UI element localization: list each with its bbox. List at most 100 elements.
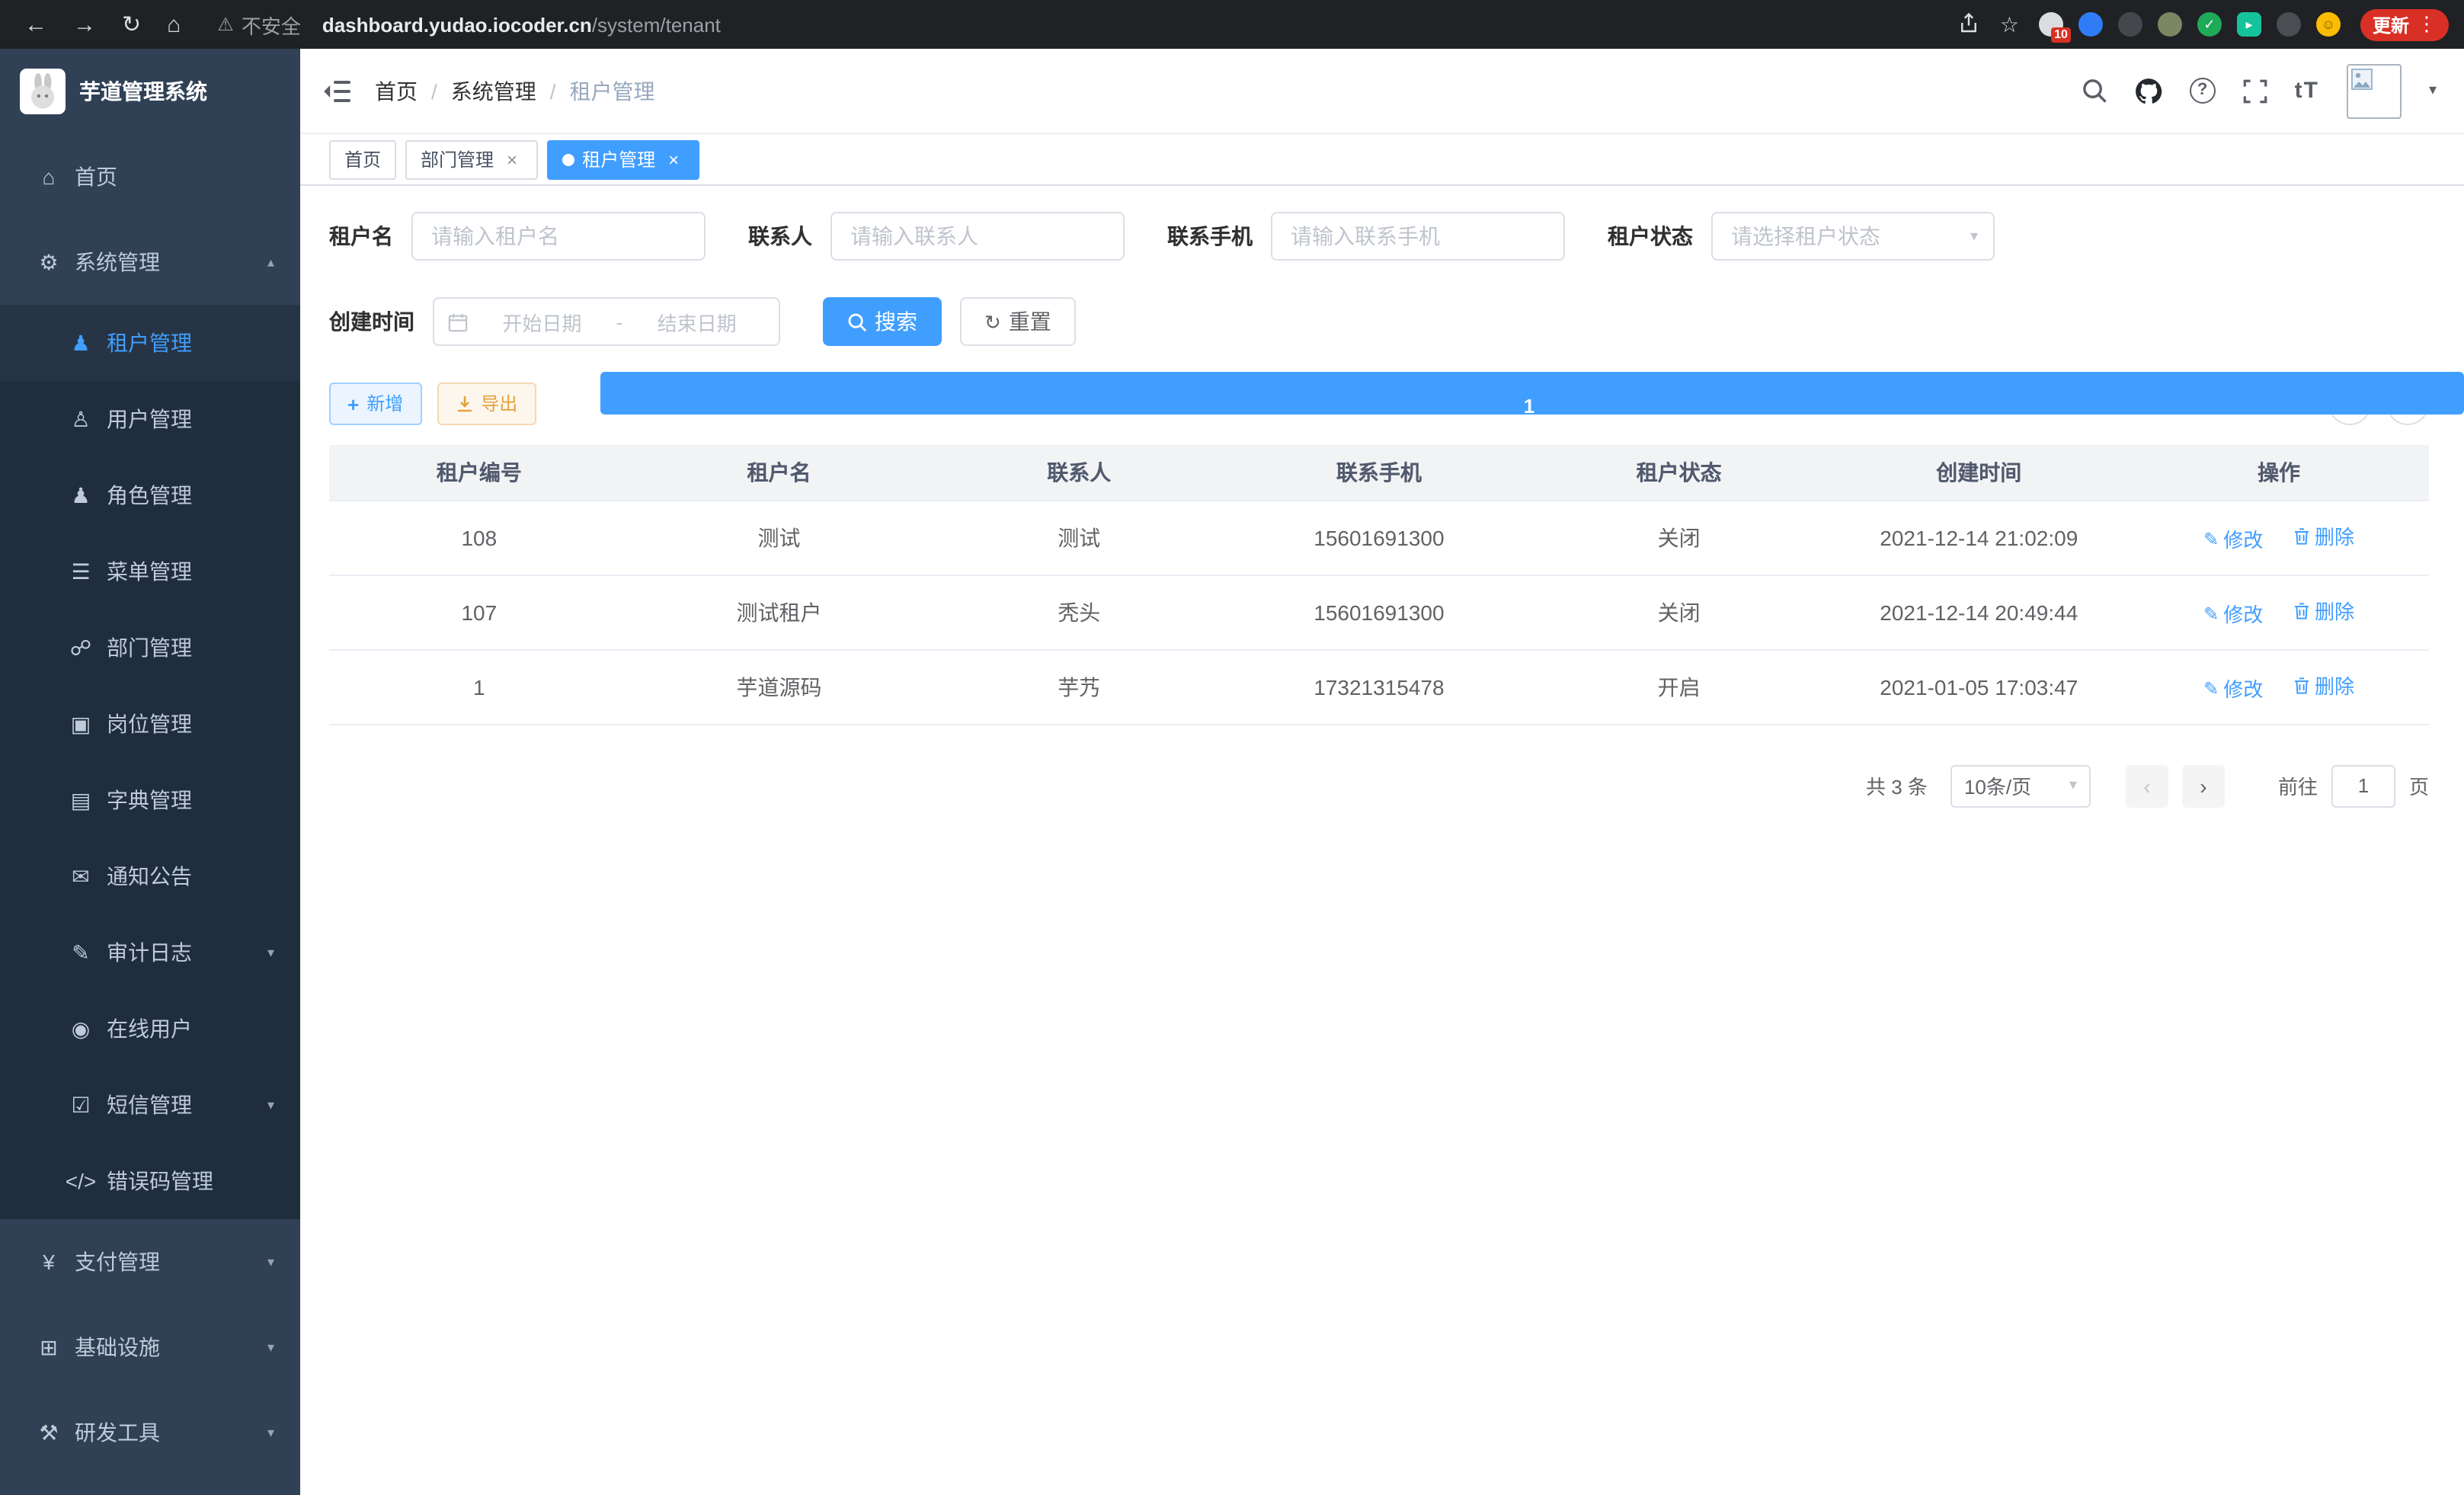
next-page-button[interactable]: ›: [2182, 764, 2225, 807]
sidebar-menu-item[interactable]: ✎ 审计日志 ▾: [0, 914, 300, 991]
extension-teal-square-icon[interactable]: ▸: [2237, 12, 2261, 37]
fullscreen-icon[interactable]: [2243, 78, 2267, 103]
view-tab[interactable]: 部门管理 ×: [405, 139, 538, 179]
menu-kebab-icon[interactable]: ⋮: [2417, 12, 2437, 37]
sidebar-menu-item[interactable]: ♟ 租户管理: [0, 305, 300, 381]
sidebar-menu-item[interactable]: ☍ 部门管理: [0, 610, 300, 686]
sidebar-fold-icon[interactable]: [323, 80, 350, 101]
sidebar-menu-item[interactable]: ▤ 字典管理: [0, 762, 300, 838]
search-button[interactable]: 搜索: [823, 297, 942, 346]
menu-item-label: 研发工具: [75, 1417, 160, 1448]
menu-item-label: 支付管理: [75, 1247, 160, 1277]
chevron-down-icon[interactable]: ▾: [2429, 82, 2437, 99]
tenant-table: 租户编号 租户名 联系人 联系手机 租户状态 创建时间 操作: [329, 445, 2429, 725]
actions-cell: ✎ 修改 删除: [2129, 500, 2429, 575]
post-icon: ▣: [64, 713, 98, 735]
extension-adblock-icon[interactable]: 10: [2039, 12, 2063, 37]
delete-button[interactable]: 删除: [2293, 671, 2354, 699]
extension-puzzle-icon[interactable]: [2277, 12, 2301, 37]
edit-button[interactable]: ✎ 修改: [2203, 524, 2263, 553]
sidebar-menu-item[interactable]: ✉ 通知公告: [0, 838, 300, 914]
page-number-button[interactable]: 1: [600, 372, 2464, 415]
goto-page-input[interactable]: [2331, 764, 2395, 807]
edit-button[interactable]: ✎ 修改: [2203, 674, 2263, 703]
column-header: 租户编号: [329, 445, 629, 500]
breadcrumb-item[interactable]: 租户管理: [570, 75, 655, 106]
breadcrumb-item[interactable]: 系统管理: [451, 75, 536, 106]
sidebar-menu-item[interactable]: ♙ 用户管理: [0, 381, 300, 457]
github-icon[interactable]: [2135, 77, 2162, 104]
sidebar-menu-item[interactable]: ⌂ 首页: [0, 134, 300, 219]
reset-button[interactable]: ↻ 重置: [960, 297, 1076, 346]
online-user-icon: ◉: [64, 1018, 98, 1039]
actions-cell: ✎ 修改 删除: [2129, 649, 2429, 724]
close-icon[interactable]: ×: [501, 149, 523, 170]
tab-label: 租户管理: [582, 146, 655, 172]
phone-label: 联系手机: [1167, 221, 1253, 251]
breadcrumb-item[interactable]: 首页: [375, 75, 418, 106]
view-tab[interactable]: 首页: [329, 139, 396, 179]
end-date-placeholder: 结束日期: [629, 307, 765, 336]
close-icon[interactable]: ×: [663, 149, 684, 170]
trash-icon: [2293, 527, 2310, 545]
sidebar-menu-item[interactable]: ▣ 岗位管理: [0, 686, 300, 762]
sidebar-menu-item[interactable]: ◉ 在线用户: [0, 991, 300, 1067]
sidebar-menu-item[interactable]: </> 错误码管理: [0, 1143, 300, 1219]
add-button[interactable]: + 新增: [329, 383, 421, 425]
tenant-id-cell: 1: [329, 649, 629, 724]
sidebar-menu-item[interactable]: ⚙ 系统管理 ▴: [0, 219, 300, 305]
extension-blue-icon[interactable]: [2078, 12, 2103, 37]
phone-cell: 15601691300: [1229, 575, 1529, 649]
tenant-name-input[interactable]: [411, 212, 706, 261]
sidebar-menu-item[interactable]: ¥ 支付管理 ▾: [0, 1219, 300, 1305]
phone-input[interactable]: [1271, 212, 1565, 261]
extension-emoji-face-icon[interactable]: ☺: [2316, 12, 2341, 37]
sidebar-menu-item[interactable]: ♟ 角色管理: [0, 457, 300, 533]
extension-olive-icon[interactable]: [2158, 12, 2182, 37]
sidebar-menu-item[interactable]: ☑ 短信管理 ▾: [0, 1067, 300, 1143]
menu-item-label: 租户管理: [107, 328, 192, 358]
user-avatar[interactable]: [2347, 63, 2402, 118]
breadcrumb-separator: /: [550, 78, 556, 103]
refresh-icon: ↻: [984, 312, 1001, 331]
tenant-status-select[interactable]: 请选择租户状态 ▾: [1711, 212, 1995, 261]
browser-chrome: ← → ↻ ⌂ ⚠ 不安全 dashboard.yudao.iocoder.cn…: [0, 0, 2464, 49]
contact-input[interactable]: [830, 212, 1125, 261]
create-time-range-picker[interactable]: 开始日期 - 结束日期: [433, 297, 780, 346]
share-icon[interactable]: [1959, 12, 1980, 37]
sidebar-menu-item[interactable]: ☰ 菜单管理: [0, 533, 300, 610]
search-icon[interactable]: [2082, 78, 2107, 104]
status-cell: 关闭: [1529, 575, 1829, 649]
bookmark-star-icon[interactable]: ☆: [2000, 14, 2019, 35]
extension-green-circle-icon[interactable]: ✓: [2197, 12, 2222, 37]
browser-home-icon[interactable]: ⌂: [167, 13, 181, 36]
tab-bar: 首页 部门管理 × 租户管理 ×: [300, 134, 2464, 186]
sidebar-menu: ⌂ 首页 ⚙ 系统管理 ▴ ♟ 租户管理 ♙: [0, 134, 300, 1475]
address-bar[interactable]: ⚠ 不安全 dashboard.yudao.iocoder.cn/system/…: [217, 10, 1959, 39]
dictionary-icon: ▤: [64, 789, 98, 811]
table-row: 107 测试租户 秃头 15601691300 关闭 2021-12-14 20…: [329, 575, 2429, 649]
payment-icon: ¥: [32, 1251, 66, 1273]
forward-icon[interactable]: →: [73, 13, 96, 36]
sidebar-menu-item[interactable]: ⊞ 基础设施 ▾: [0, 1305, 300, 1390]
font-size-icon[interactable]: tT: [2295, 79, 2319, 102]
view-tab[interactable]: 租户管理 ×: [547, 139, 699, 179]
delete-button[interactable]: 删除: [2293, 596, 2354, 625]
reload-icon[interactable]: ↻: [122, 13, 141, 36]
help-icon[interactable]: ?: [2190, 78, 2216, 104]
chrome-update-button[interactable]: 更新 ⋮: [2360, 8, 2449, 40]
department-icon: ☍: [64, 637, 98, 658]
menu-item-label: 角色管理: [107, 480, 192, 511]
sidebar-menu-item[interactable]: ⚒ 研发工具 ▾: [0, 1390, 300, 1475]
chevron-icon: ▾: [267, 1339, 274, 1356]
delete-button[interactable]: 删除: [2293, 521, 2354, 550]
page-size-select[interactable]: 10条/页 ▾: [1950, 764, 2091, 807]
back-icon[interactable]: ←: [24, 13, 47, 36]
prev-page-button[interactable]: ‹: [2126, 764, 2168, 807]
actions-cell: ✎ 修改 删除: [2129, 575, 2429, 649]
edit-button[interactable]: ✎ 修改: [2203, 599, 2263, 628]
export-button[interactable]: 导出: [437, 383, 536, 425]
page-header: 首页 / 系统管理 / 租户管理 ? tT ▾: [300, 49, 2464, 134]
extension-dark-sphere-icon[interactable]: [2118, 12, 2142, 37]
chevron-icon: ▾: [267, 1096, 274, 1113]
